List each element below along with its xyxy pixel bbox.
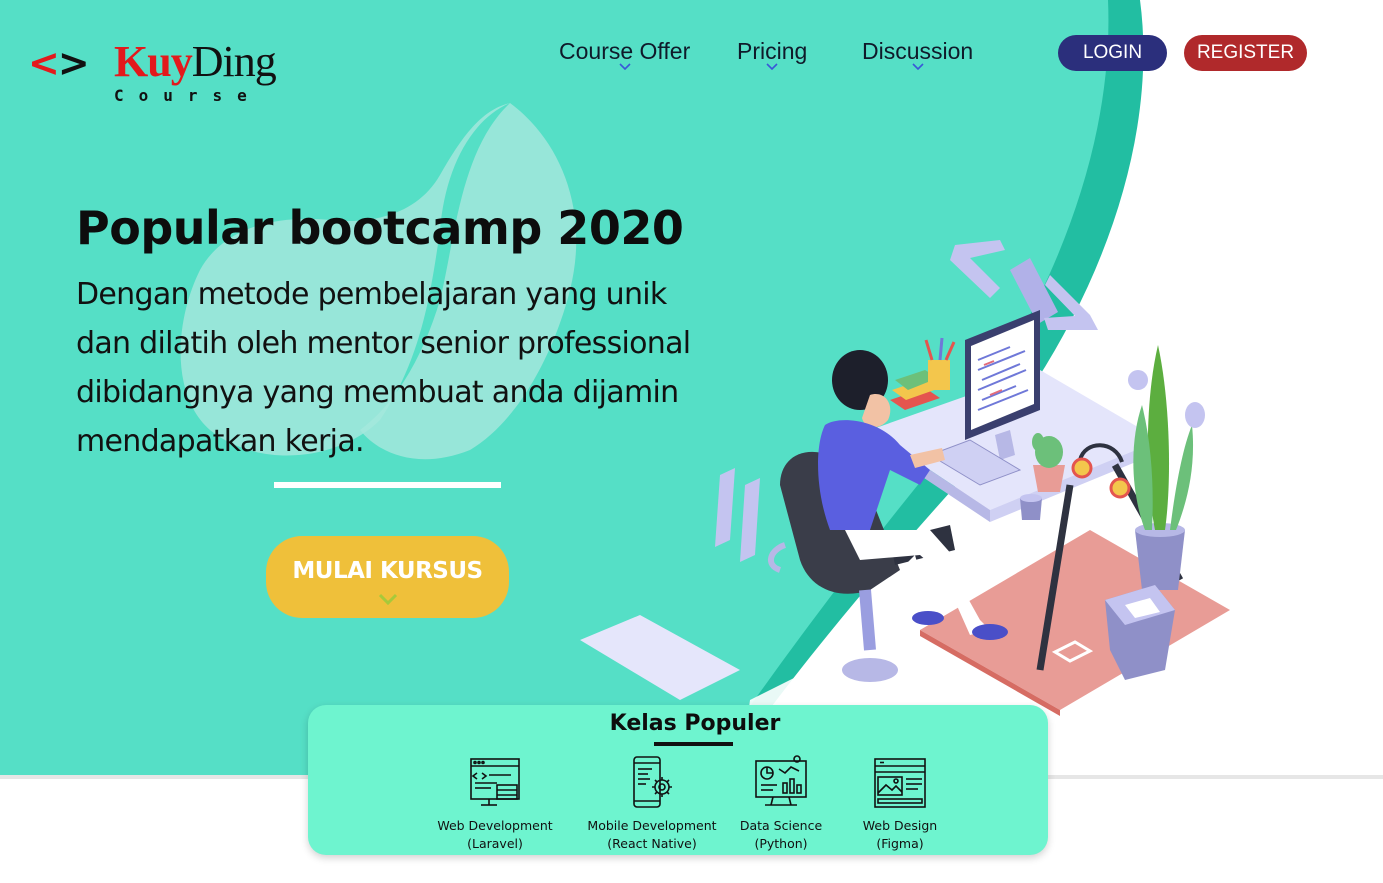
hero-divider (274, 482, 501, 488)
register-button[interactable]: REGISTER (1184, 35, 1307, 71)
nav-discussion-label: Discussion (862, 38, 974, 64)
nav-course-offer-label: Course Offer (559, 38, 691, 64)
chevron-down-icon (766, 63, 778, 71)
nav-course-offer[interactable]: Course Offer (559, 38, 691, 71)
chevron-down-icon (912, 63, 924, 71)
web-design-icon (874, 758, 926, 808)
course-name: Web Design (862, 818, 938, 833)
course-web-design[interactable]: Web Design (Figma) (825, 755, 975, 853)
mobile-development-icon (633, 756, 672, 808)
nav-discussion[interactable]: Discussion (862, 38, 974, 71)
chevron-down-icon (378, 593, 398, 606)
brand-logo[interactable]: <> KuyDing Course (28, 36, 277, 108)
popular-classes-title: Kelas Populer (609, 711, 781, 736)
course-subtitle: (React Native) (607, 836, 697, 851)
data-science-icon (755, 755, 807, 806)
popular-classes-card: Kelas Populer Web Development (Laravel) … (308, 705, 1048, 855)
brand-name: KuyDing (114, 37, 277, 86)
course-subtitle: (Laravel) (467, 836, 523, 851)
login-button[interactable]: LOGIN (1058, 35, 1167, 71)
course-name: Mobile Development (587, 818, 717, 833)
landing-page: <> KuyDing Course Course Offer Pricing D… (0, 0, 1383, 883)
course-web-development[interactable]: Web Development (Laravel) (420, 755, 570, 853)
brand-subtitle: Course (114, 86, 262, 105)
nav-pricing[interactable]: Pricing (737, 38, 808, 71)
course-mobile-development[interactable]: Mobile Development (React Native) (577, 755, 727, 853)
start-course-button[interactable]: MULAI KURSUS (266, 536, 509, 618)
popular-classes-underline (654, 742, 733, 746)
brand-name-part1: Kuy (114, 37, 193, 86)
course-subtitle: (Figma) (876, 836, 924, 851)
brand-name-part2: Ding (191, 37, 277, 86)
start-course-label: MULAI KURSUS (292, 558, 483, 584)
web-development-icon (470, 758, 520, 806)
chevron-down-icon (619, 63, 631, 71)
developer-at-desk-illustration (580, 240, 1250, 775)
code-brackets-icon: <> (28, 41, 90, 85)
course-name: Web Development (437, 818, 553, 833)
nav-pricing-label: Pricing (737, 38, 808, 64)
